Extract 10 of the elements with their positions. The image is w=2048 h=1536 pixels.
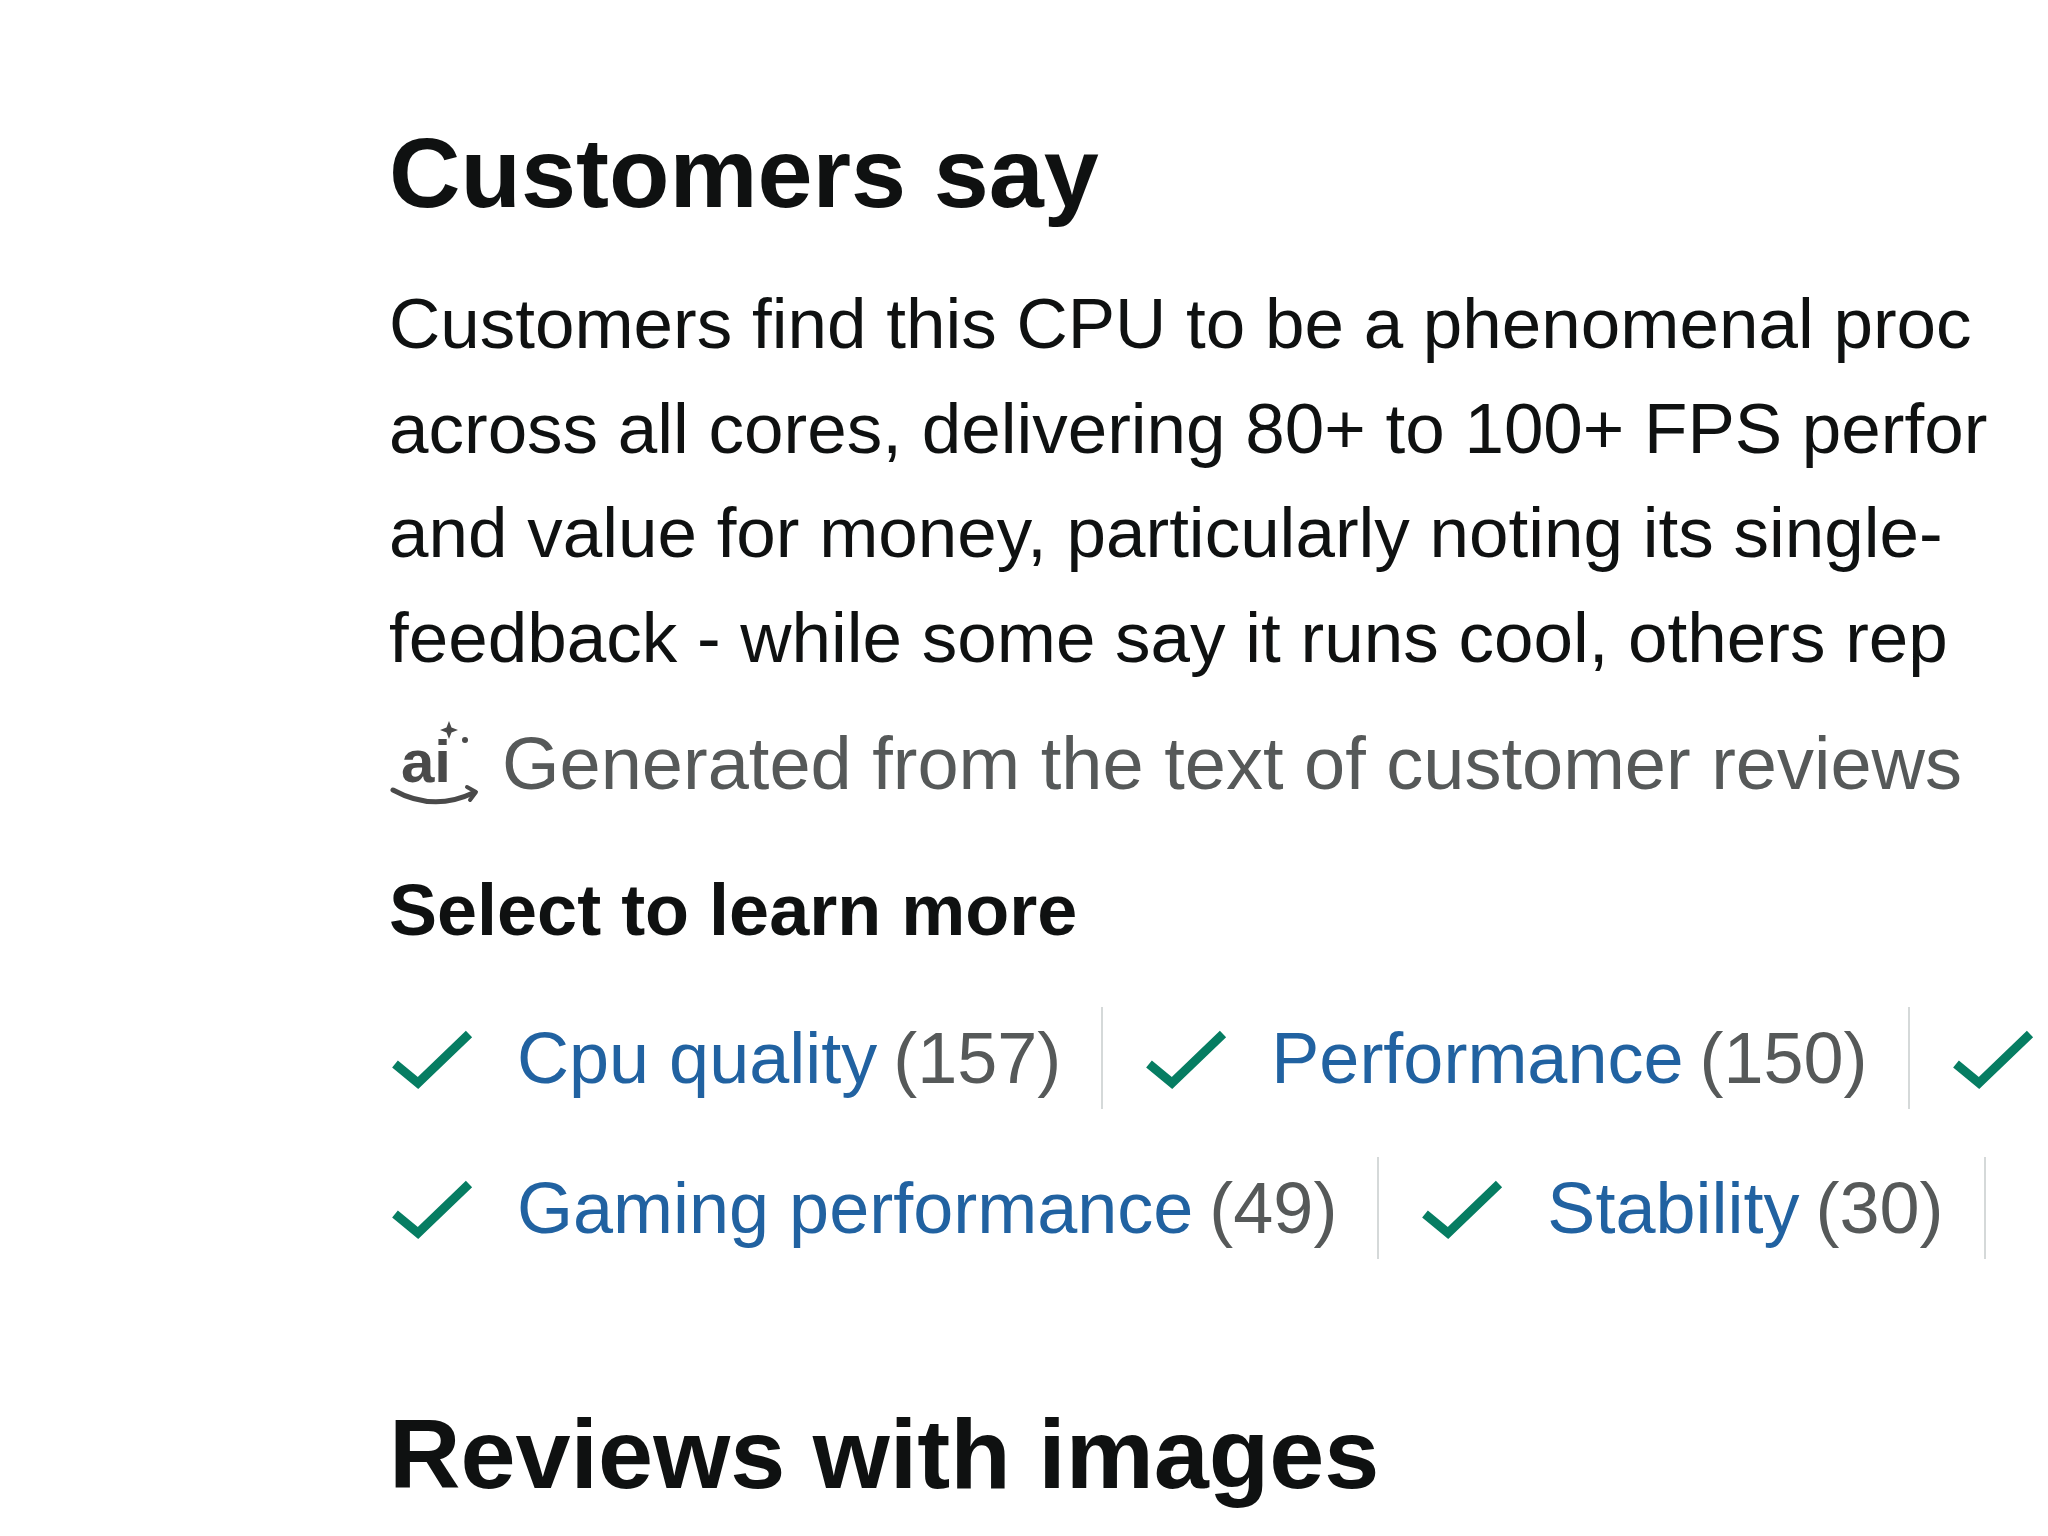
section-heading: Reviews with images	[389, 1397, 1380, 1511]
section-heading: Customers say	[389, 116, 1099, 230]
summary-text: Customers find this CPU to be a phenomenal proc across all cores, delivering 80+ to 100+ FPS perfor and value for money, particularly noting its single- feedback - while some say it runs cool, others rep	[389, 283, 1988, 679]
topic-link[interactable]: Cpu quality (157)	[389, 1013, 1062, 1103]
topic-link[interactable]: Performance (150)	[1143, 1013, 1868, 1103]
topic-link[interactable]: Gaming performance (49)	[389, 1163, 1338, 1253]
ai-logo: ai	[389, 720, 483, 808]
topic-link[interactable]: Stability (30)	[1419, 1163, 1944, 1253]
attribution-text: Generated from the text of customer reviews	[502, 721, 1963, 807]
subheading: Select to learn more	[389, 869, 1078, 952]
